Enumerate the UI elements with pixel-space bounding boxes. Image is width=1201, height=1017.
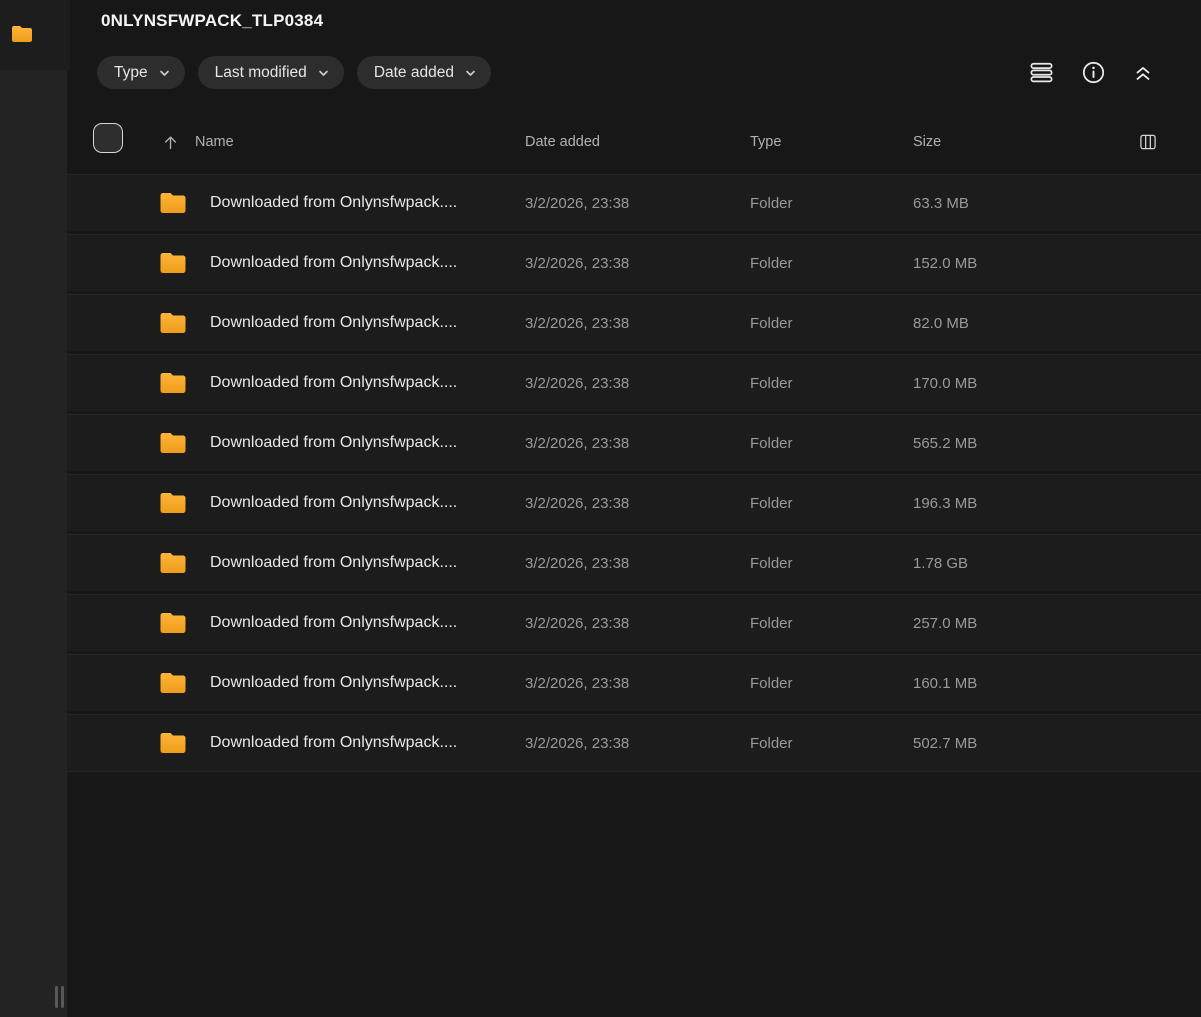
sidebar (0, 0, 67, 1017)
table-row[interactable]: Downloaded from Onlynsfwpack.... 3/2/202… (67, 295, 1201, 351)
file-size: 565.2 MB (913, 415, 977, 471)
file-size: 502.7 MB (913, 715, 977, 771)
file-type: Folder (750, 595, 793, 651)
chevron-down-icon (317, 67, 330, 80)
filter-chip-last-modified[interactable]: Last modified (198, 56, 344, 89)
file-name: Downloaded from Onlynsfwpack.... (210, 715, 457, 771)
page-title: 0NLYNSFWPACK_TLP0384 (101, 11, 323, 31)
file-size: 170.0 MB (913, 355, 977, 411)
select-all-checkbox[interactable] (93, 123, 123, 153)
file-size: 1.78 GB (913, 535, 968, 591)
table-row[interactable]: Downloaded from Onlynsfwpack.... 3/2/202… (67, 535, 1201, 591)
file-type: Folder (750, 175, 793, 231)
file-name: Downloaded from Onlynsfwpack.... (210, 655, 457, 711)
file-name: Downloaded from Onlynsfwpack.... (210, 415, 457, 471)
folder-icon (158, 295, 188, 351)
file-size: 196.3 MB (913, 475, 977, 531)
file-type: Folder (750, 475, 793, 531)
file-date-added: 3/2/2026, 23:38 (525, 175, 629, 231)
folder-icon (158, 595, 188, 651)
filter-chip-label: Date added (374, 64, 454, 82)
file-type: Folder (750, 355, 793, 411)
filter-bar: Type Last modified Date added (97, 56, 491, 89)
table-row[interactable]: Downloaded from Onlynsfwpack.... 3/2/202… (67, 595, 1201, 651)
file-name: Downloaded from Onlynsfwpack.... (210, 355, 457, 411)
folder-icon (158, 355, 188, 411)
file-name: Downloaded from Onlynsfwpack.... (210, 535, 457, 591)
file-date-added: 3/2/2026, 23:38 (525, 475, 629, 531)
table-row[interactable]: Downloaded from Onlynsfwpack.... 3/2/202… (67, 475, 1201, 531)
filter-chip-label: Last modified (215, 64, 307, 82)
file-size: 257.0 MB (913, 595, 977, 651)
table-row[interactable]: Downloaded from Onlynsfwpack.... 3/2/202… (67, 235, 1201, 291)
folder-icon (158, 235, 188, 291)
file-type: Folder (750, 715, 793, 771)
file-size: 152.0 MB (913, 235, 977, 291)
app-logo[interactable] (0, 0, 70, 70)
column-header-name[interactable]: Name (195, 112, 234, 172)
file-date-added: 3/2/2026, 23:38 (525, 715, 629, 771)
table-header: Name Date added Type Size (67, 112, 1201, 172)
file-type: Folder (750, 235, 793, 291)
sidebar-resize-handle[interactable] (55, 986, 64, 1008)
sort-ascending-icon[interactable] (161, 112, 180, 172)
column-header-type[interactable]: Type (750, 112, 781, 172)
file-date-added: 3/2/2026, 23:38 (525, 655, 629, 711)
file-date-added: 3/2/2026, 23:38 (525, 415, 629, 471)
file-name: Downloaded from Onlynsfwpack.... (210, 175, 457, 231)
file-date-added: 3/2/2026, 23:38 (525, 355, 629, 411)
table-row[interactable]: Downloaded from Onlynsfwpack.... 3/2/202… (67, 715, 1201, 771)
folder-icon (158, 415, 188, 471)
file-type: Folder (750, 655, 793, 711)
collapse-up-icon[interactable] (1132, 62, 1154, 84)
main-panel: 0NLYNSFWPACK_TLP0384 Type Last modified … (67, 0, 1201, 1017)
file-date-added: 3/2/2026, 23:38 (525, 235, 629, 291)
file-size: 160.1 MB (913, 655, 977, 711)
file-size: 82.0 MB (913, 295, 969, 351)
chevron-down-icon (464, 67, 477, 80)
folder-icon (10, 22, 34, 46)
file-type: Folder (750, 535, 793, 591)
file-type: Folder (750, 415, 793, 471)
file-list: Downloaded from Onlynsfwpack.... 3/2/202… (67, 175, 1201, 775)
file-type: Folder (750, 295, 793, 351)
folder-icon (158, 715, 188, 771)
columns-settings-icon[interactable] (1138, 112, 1158, 172)
filter-chip-label: Type (114, 64, 148, 82)
file-name: Downloaded from Onlynsfwpack.... (210, 475, 457, 531)
folder-icon (158, 175, 188, 231)
table-row[interactable]: Downloaded from Onlynsfwpack.... 3/2/202… (67, 175, 1201, 231)
filter-chip-type[interactable]: Type (97, 56, 185, 89)
file-date-added: 3/2/2026, 23:38 (525, 535, 629, 591)
folder-icon (158, 475, 188, 531)
file-name: Downloaded from Onlynsfwpack.... (210, 595, 457, 651)
table-row[interactable]: Downloaded from Onlynsfwpack.... 3/2/202… (67, 355, 1201, 411)
file-size: 63.3 MB (913, 175, 969, 231)
column-header-date-added[interactable]: Date added (525, 112, 600, 172)
toolbar-actions (1028, 59, 1154, 86)
table-row[interactable]: Downloaded from Onlynsfwpack.... 3/2/202… (67, 415, 1201, 471)
column-header-size[interactable]: Size (913, 112, 941, 172)
file-name: Downloaded from Onlynsfwpack.... (210, 235, 457, 291)
info-icon[interactable] (1081, 60, 1106, 85)
file-name: Downloaded from Onlynsfwpack.... (210, 295, 457, 351)
file-date-added: 3/2/2026, 23:38 (525, 595, 629, 651)
folder-icon (158, 655, 188, 711)
folder-icon (158, 535, 188, 591)
table-row[interactable]: Downloaded from Onlynsfwpack.... 3/2/202… (67, 655, 1201, 711)
chevron-down-icon (158, 67, 171, 80)
file-date-added: 3/2/2026, 23:38 (525, 295, 629, 351)
list-view-icon[interactable] (1028, 59, 1055, 86)
filter-chip-date-added[interactable]: Date added (357, 56, 491, 89)
